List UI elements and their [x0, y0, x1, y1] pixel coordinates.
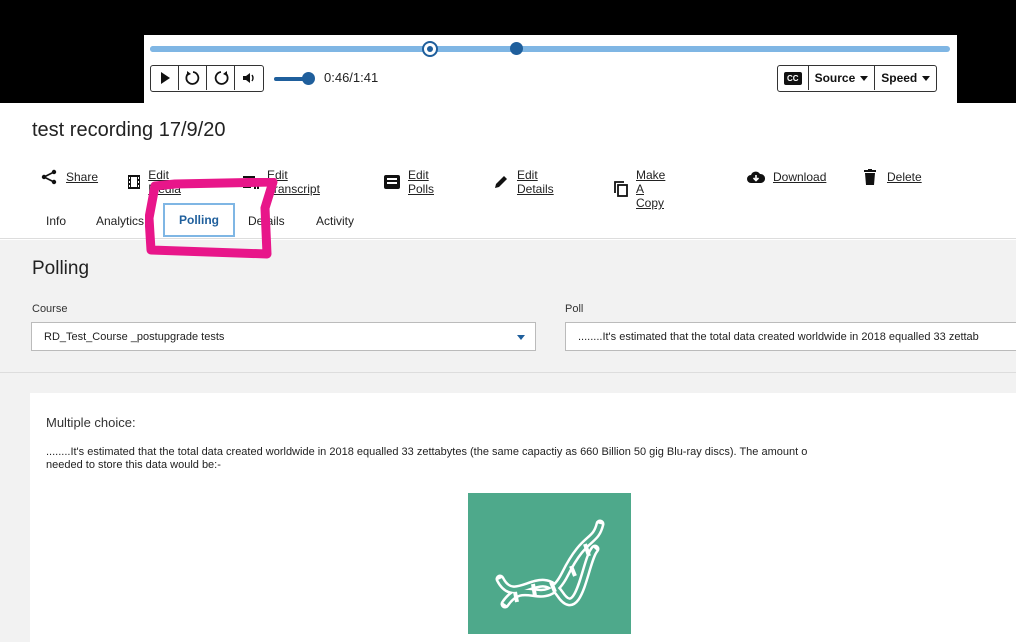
tab-analytics[interactable]: Analytics — [96, 214, 144, 228]
chevron-down-icon — [860, 75, 869, 81]
course-select[interactable]: RD_Test_Course _postupgrade tests — [31, 322, 536, 351]
edit-polls-label: Edit Polls — [408, 168, 435, 196]
volume-icon[interactable] — [235, 66, 263, 90]
delete-label: Delete — [887, 170, 922, 184]
transcript-icon — [243, 173, 259, 191]
time-readout: 0:46/1:41 — [324, 70, 379, 85]
edit-details-button[interactable]: Edit Details — [493, 168, 556, 196]
tab-activity[interactable]: Activity — [316, 214, 354, 228]
volume-thumb[interactable] — [302, 72, 315, 85]
progress-thumb[interactable] — [422, 41, 438, 57]
edit-transcript-label: Edit Transcript — [267, 168, 320, 196]
poll-select[interactable]: ........It's estimated that the total da… — [565, 322, 1016, 351]
film-icon — [128, 173, 141, 191]
download-button[interactable]: Download — [747, 168, 826, 186]
course-value: RD_Test_Course _postupgrade tests — [44, 330, 225, 343]
captions-button[interactable]: CC — [778, 66, 809, 90]
pencil-icon — [493, 173, 509, 191]
page-title: test recording 17/9/20 — [32, 119, 226, 141]
question-line-2: needed to store this data would be:- — [46, 459, 221, 471]
delete-button[interactable]: Delete — [861, 168, 922, 186]
trash-icon — [861, 168, 879, 186]
progress-fill — [150, 46, 430, 52]
poll-value: ........It's estimated that the total da… — [578, 330, 979, 343]
source-label: Source — [814, 71, 856, 85]
edit-polls-button[interactable]: Edit Polls — [384, 168, 436, 196]
poll-label: Poll — [565, 303, 584, 315]
chevron-down-icon — [922, 75, 931, 81]
chevron-down-icon — [517, 335, 525, 340]
dna-image — [468, 493, 631, 634]
edit-details-label: Edit Details — [517, 168, 554, 196]
edit-media-button[interactable]: Edit Media — [128, 168, 187, 196]
cloud-download-icon — [747, 168, 765, 186]
tab-polling[interactable]: Polling — [163, 203, 235, 237]
question-type: Multiple choice: — [46, 415, 136, 430]
download-label: Download — [773, 170, 827, 184]
share-label: Share — [66, 170, 99, 184]
forward-icon[interactable] — [207, 66, 235, 90]
player-right-controls: CC Source Speed — [777, 65, 938, 92]
progress-marker[interactable] — [510, 42, 523, 55]
polling-heading: Polling — [32, 258, 90, 279]
copy-icon — [614, 180, 628, 198]
question-line-1: ........It's estimated that the total da… — [46, 446, 808, 458]
tab-info[interactable]: Info — [46, 214, 66, 228]
poll-icon — [384, 173, 400, 191]
tab-bar: Info Analytics Details Activity — [0, 200, 1016, 239]
share-icon — [40, 168, 58, 186]
tab-details[interactable]: Details — [248, 214, 285, 228]
speed-dropdown[interactable]: Speed — [875, 66, 936, 90]
cc-icon: CC — [784, 71, 802, 85]
share-button[interactable]: Share — [40, 168, 98, 186]
edit-transcript-button[interactable]: Edit Transcript — [243, 168, 322, 196]
question-text: ........It's estimated that the total da… — [46, 446, 1006, 472]
playback-controls — [150, 65, 264, 92]
source-dropdown[interactable]: Source — [809, 66, 876, 90]
course-label: Course — [32, 303, 68, 315]
rewind-icon[interactable] — [179, 66, 207, 90]
dna-icon — [495, 519, 604, 608]
section-divider — [0, 372, 1016, 373]
play-icon[interactable] — [151, 66, 179, 90]
speed-label: Speed — [881, 71, 918, 85]
edit-media-label: Edit Media — [148, 168, 181, 196]
